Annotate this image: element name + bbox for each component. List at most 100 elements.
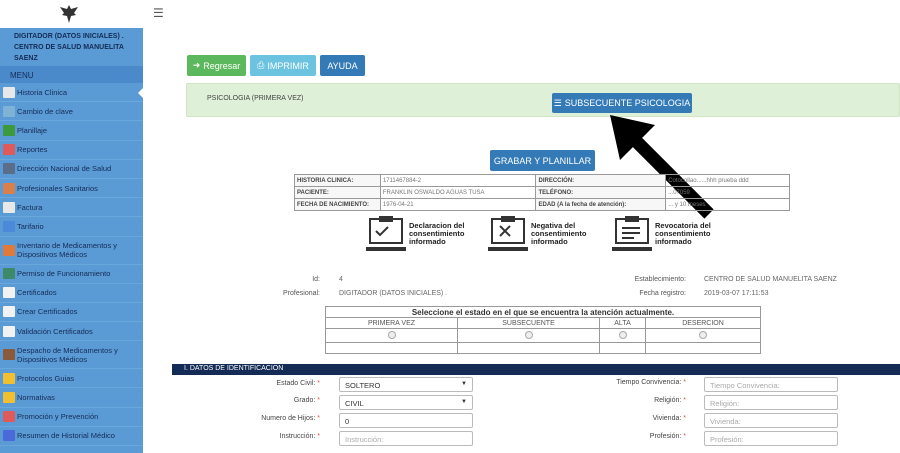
patient-info-row: HISTORIA CLINICA: 1711467884-2 DIRECCIÓN: C… [294, 174, 790, 187]
patient-info-key: TELÉFONO: [535, 186, 667, 199]
record-date-label: Fecha registro: [639, 290, 686, 297]
civil-status-select[interactable]: SOLTERO ▼ [339, 377, 473, 392]
consent-declaration-label: Declaracion del consentimiento informado [409, 221, 465, 246]
patient-info-value: 1711467884-2 [379, 174, 537, 187]
sidebar-item-label: Protocolos Guias [17, 373, 75, 383]
status-title: Seleccione el estado en el que se encuen… [325, 306, 761, 318]
sidebar-user-info: DIGITADOR (DATOS INICIALES) . CENTRO DE … [0, 28, 143, 66]
menu-item-icon [3, 372, 15, 384]
help-button[interactable]: AYUDA [320, 55, 365, 76]
children-count-input[interactable]: 0 [339, 413, 473, 428]
sidebar-item-label: Reportes [17, 145, 48, 155]
patient-info-value: FRANKLIN OSWALDO AGUAS TUSA [379, 186, 537, 199]
sidebar-item-label: Normativas [17, 393, 55, 403]
patient-info-key: PACIENTE: [294, 186, 381, 199]
education-label: Instrucción: * [279, 433, 320, 440]
sidebar-item[interactable]: Permiso de Funcionamiento [0, 265, 143, 284]
education-input[interactable]: Instrucción: [339, 431, 473, 446]
menu-item-icon [3, 430, 15, 442]
housing-label: Vivienda: * [652, 415, 686, 422]
status-first-radio[interactable] [387, 330, 396, 339]
menu-item-icon [3, 163, 15, 175]
patient-info-value: ...07059 [665, 186, 790, 199]
professional-value: DIGITADOR (DATOS INICIALES) . [339, 290, 448, 297]
menu-toggle-icon[interactable]: ☰ [153, 6, 164, 20]
arrow-left-icon: ➜ [192, 60, 201, 70]
eagle-logo-icon [60, 5, 78, 23]
sidebar-item[interactable]: Planillaje [0, 121, 143, 141]
menu-item-icon [3, 287, 15, 299]
status-col-dropout: DESERCION [645, 317, 761, 329]
menu-item-icon [3, 244, 15, 256]
religion-input[interactable]: Religión: [704, 395, 838, 410]
save-and-plan-button[interactable]: GRABAR Y PLANILLAR [490, 150, 595, 171]
dropdown-caret-icon: ▼ [461, 381, 467, 387]
back-button[interactable]: ➜ Regresar [187, 55, 246, 76]
menu-item-icon [3, 411, 15, 423]
sidebar-item[interactable]: Promoción y Prevención [0, 408, 143, 427]
patient-info-value: Cotocollao......hhh prueba ddd [665, 174, 790, 187]
patient-info-row: PACIENTE: FRANKLIN OSWALDO AGUAS TUSA TELÉ… [294, 186, 790, 199]
sidebar-item[interactable]: Dirección Nacional de Salud [0, 160, 143, 179]
sidebar-item[interactable]: Cambio de clave [0, 102, 143, 122]
sidebar-item[interactable]: Despacho de Medicamentos y Dispositivos … [0, 341, 143, 370]
menu-item-icon [3, 349, 15, 361]
sidebar-item[interactable]: Normativas [0, 388, 143, 408]
sidebar-menu-label: MENU [0, 66, 143, 83]
menu-item-icon [3, 124, 15, 136]
sidebar-item[interactable]: Certificados [0, 284, 143, 303]
sidebar-item[interactable]: Factura [0, 198, 143, 218]
status-col-subsequent: SUBSECUENTE [457, 317, 600, 329]
clipboard-check-icon [366, 216, 406, 251]
children-count-label: Numero de Hijos: * [261, 415, 320, 422]
patient-info-key: EDAD (A la fecha de atención): [535, 198, 667, 211]
print-button[interactable]: ⎙ IMPRIMIR [250, 55, 316, 76]
status-dropout-radio[interactable] [699, 330, 707, 339]
profession-input[interactable]: Profesión: [704, 431, 838, 446]
sidebar-item[interactable]: Inventario de Medicamentos y Dispositivo… [0, 237, 143, 265]
menu-item-icon [3, 325, 15, 337]
consent-declaration-button[interactable]: Declaracion del consentimiento informado [366, 215, 479, 253]
patient-info-key: FECHA DE NACIMIENTO: [294, 198, 381, 211]
dropdown-caret-icon: ▼ [461, 399, 467, 405]
sidebar-item-label: Historia Clinica [17, 87, 68, 97]
printer-icon: ⎙ [257, 60, 265, 70]
specialty-panel: PSICOLOGIA (PRIMERA VEZ) [186, 83, 900, 117]
sidebar-item[interactable]: Tarifario [0, 217, 143, 237]
clipboard-x-icon [488, 216, 528, 251]
sidebar-item[interactable]: Resumen de Historial Médico [0, 427, 143, 446]
record-date-value: 2019-03-07 17:11:53 [704, 290, 769, 297]
status-discharge-radio[interactable] [618, 330, 627, 339]
cohabitation-time-input[interactable]: Tiempo Convivencia: [704, 377, 838, 392]
grade-select[interactable]: CIVIL ▼ [339, 395, 473, 410]
consent-revocation-button[interactable]: Revocatoria del consentimiento informado [612, 215, 725, 253]
menu-item-icon [3, 392, 15, 404]
sidebar-item[interactable]: Protocolos Guias [0, 369, 143, 389]
establishment-label: Establecimiento: [634, 276, 686, 283]
sidebar-item[interactable]: Reportes [0, 141, 143, 160]
consent-revocation-label: Revocatoria del consentimiento informado [655, 221, 711, 246]
status-subsequent-radio[interactable] [524, 330, 533, 339]
cohabitation-time-label: Tiempo Convivencia: * [616, 379, 686, 386]
id-value: 4 [339, 276, 343, 283]
sidebar-item[interactable]: Crear Certificados [0, 303, 143, 323]
sidebar-item-label: Dirección Nacional de Salud [17, 164, 112, 174]
sidebar-item-label: Certificados [17, 288, 57, 298]
menu-item-icon [3, 86, 15, 98]
sidebar-item-label: Profesionales Sanitarios [17, 183, 98, 193]
sidebar-item-label: Factura [17, 202, 43, 212]
patient-info-value: 1976-04-21 [379, 198, 537, 211]
sidebar-item[interactable]: Profesionales Sanitarios [0, 179, 143, 199]
sidebar-item[interactable]: Validación Certificados [0, 322, 143, 342]
housing-input[interactable]: Vivienda: [704, 413, 838, 428]
sidebar-logo-area [0, 0, 143, 28]
sidebar-item-label: Permiso de Funcionamiento [17, 269, 111, 279]
consent-negative-button[interactable]: Negativa del consentimiento informado [488, 215, 601, 253]
patient-info-row: FECHA DE NACIMIENTO: 1976-04-21 EDAD (A la… [294, 198, 790, 211]
grade-label: Grado: * [293, 397, 320, 404]
patient-info-key: HISTORIA CLINICA: [294, 174, 381, 187]
patient-info-key: DIRECCIÓN: [535, 174, 667, 187]
sidebar-item-label: Cambio de clave [17, 106, 73, 116]
sidebar-item-label: Planillaje [17, 125, 48, 135]
sidebar-item[interactable]: Historia Clinica [0, 83, 143, 103]
